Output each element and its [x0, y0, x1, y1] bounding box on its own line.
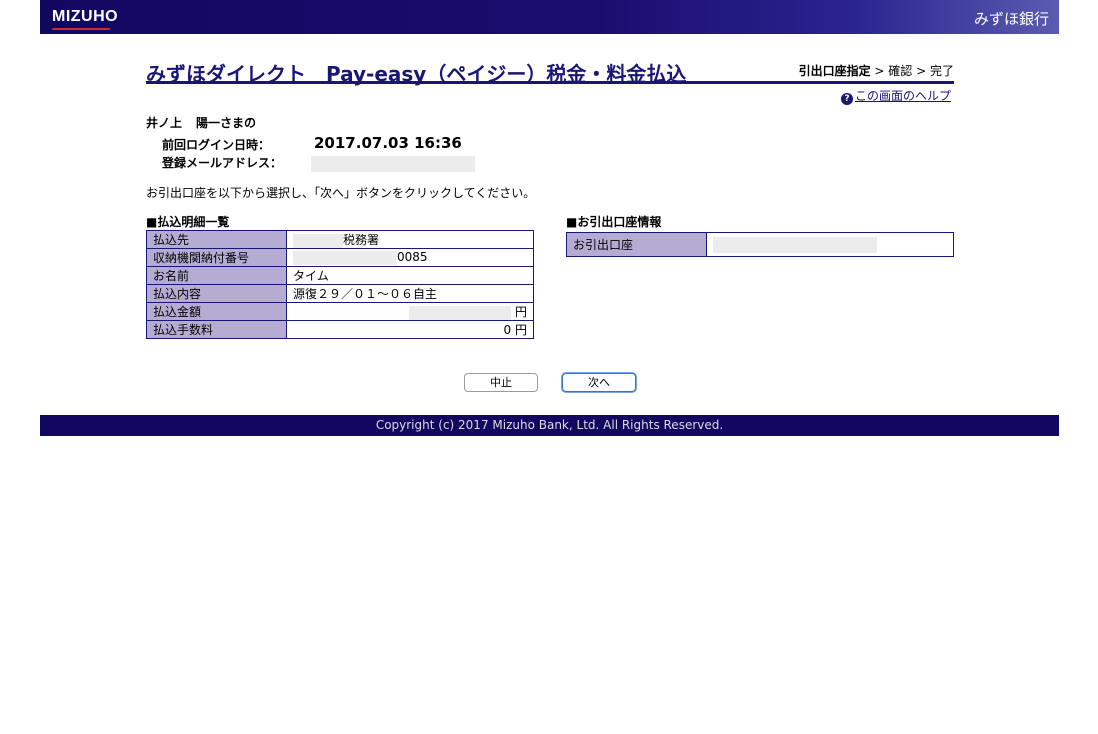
email-value-masked — [311, 156, 475, 172]
step-indicator: 引出口座指定 > 確認 > 完了 — [799, 62, 954, 79]
user-greeting: 井ノ上 陽一さまの — [146, 114, 256, 131]
amount-unit: 円 — [514, 305, 527, 319]
page-title: みずほダイレクト Pay-easy（ペイジー）税金・料金払込 — [146, 62, 687, 86]
mizuho-logo: MIZUHO — [52, 8, 119, 30]
table-row: 払込先 税務署 — [146, 230, 534, 249]
next-button[interactable]: 次へ — [562, 373, 636, 392]
row-label: 払込内容 — [146, 284, 287, 303]
row-label: お名前 — [146, 266, 287, 285]
account-info-table: お引出口座 — [566, 232, 954, 257]
table-row: 払込手数料 0 円 — [146, 320, 534, 339]
table-row: お引出口座 — [566, 232, 954, 257]
row-value: 0 円 — [286, 320, 534, 339]
masked-account-value[interactable] — [713, 236, 877, 253]
payee-value: 税務署 — [343, 233, 380, 247]
user-name: 井ノ上 — [146, 116, 183, 130]
step-confirm: 確認 — [888, 64, 913, 78]
row-label: 収納機関納付番号 — [146, 248, 287, 267]
footer-copyright: Copyright (c) 2017 Mizuho Bank, Ltd. All… — [40, 415, 1059, 436]
step-separator: > — [870, 64, 889, 78]
step-separator: > — [912, 64, 930, 78]
step-current: 引出口座指定 — [798, 64, 871, 78]
row-value: 源復２９／０１～０６自主 — [286, 284, 534, 303]
table-row: 収納機関納付番号 0085 — [146, 248, 534, 267]
masked-value — [408, 305, 511, 320]
last-login-label: 前回ログイン日時： — [162, 138, 271, 152]
user-name-suffix: 陽一さまの — [196, 116, 257, 130]
payment-details-heading: ■払込明細一覧 — [146, 215, 230, 229]
row-value: 0085 — [286, 248, 534, 267]
mizuho-logo-text: MIZUHO — [52, 8, 119, 25]
step-complete: 完了 — [929, 64, 954, 78]
bank-name: みずほ銀行 — [973, 10, 1049, 28]
row-label: 払込金額 — [146, 302, 287, 321]
masked-value — [293, 250, 397, 265]
help-link[interactable]: この画面のヘルプ — [855, 89, 951, 103]
top-banner: MIZUHO みずほ銀行 — [40, 0, 1059, 34]
row-label: 払込手数料 — [146, 320, 287, 339]
payment-number-value: 0085 — [397, 250, 428, 265]
account-label: お引出口座 — [566, 232, 707, 257]
help-link-container[interactable]: ? この画面のヘルプ — [840, 87, 951, 105]
table-row: お名前 タイム — [146, 266, 534, 285]
help-icon[interactable]: ? — [840, 93, 853, 105]
table-row: 払込内容 源復２９／０１～０６自主 — [146, 284, 534, 303]
payment-details-table: 払込先 税務署 収納機関納付番号 0085 お名前 タイム 払込内容 源復２９／… — [146, 230, 534, 339]
row-value: 円 — [286, 302, 534, 321]
row-value: 税務署 — [286, 230, 534, 249]
account-info-heading: ■お引出口座情報 — [566, 215, 662, 229]
last-login-value: 2017.07.03 16:36 — [314, 134, 462, 152]
title-row: みずほダイレクト Pay-easy（ペイジー）税金・料金払込 引出口座指定 > … — [146, 58, 954, 86]
logo-swoosh — [52, 28, 110, 30]
instruction-text: お引出口座を以下から選択し、「次へ」ボタンをクリックしてください。 — [146, 186, 536, 200]
table-row: 払込金額 円 — [146, 302, 534, 321]
email-label: 登録メールアドレス： — [162, 156, 283, 170]
account-select[interactable] — [706, 232, 954, 257]
row-value: タイム — [286, 266, 534, 285]
masked-value — [293, 233, 343, 248]
cancel-button[interactable]: 中止 — [464, 373, 538, 392]
row-label: 払込先 — [146, 230, 287, 249]
